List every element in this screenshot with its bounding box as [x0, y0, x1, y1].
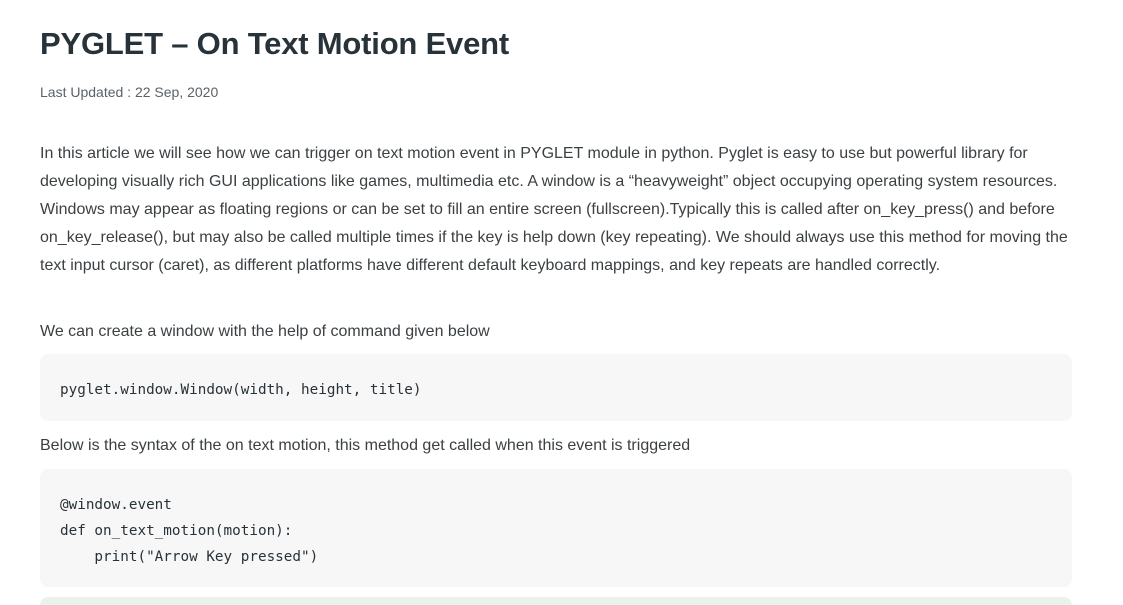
create-window-code-block: pyglet.window.Window(width, height, titl… — [40, 354, 1072, 421]
code-line: print("Arrow Key pressed") — [60, 549, 319, 565]
syntax-paragraph: Below is the syntax of the on text motio… — [40, 437, 691, 454]
article: PYGLET – On Text Motion Event Last Updat… — [40, 0, 1072, 605]
create-window-paragraph: We can create a window with the help of … — [40, 323, 490, 340]
syntax-code-block: @window.event def on_text_motion(motion)… — [40, 469, 1072, 587]
last-updated-date: Last Updated : 22 Sep, 2020 — [40, 84, 219, 100]
intro-paragraph: In this article we will see how we can t… — [40, 145, 1068, 274]
code-line: @window.event — [60, 497, 172, 513]
article-title: PYGLET – On Text Motion Event — [40, 26, 509, 61]
code-line: def on_text_motion(motion): — [60, 523, 293, 539]
code-line: pyglet.window.Window(width, height, titl… — [60, 382, 422, 398]
next-content-block — [40, 597, 1072, 605]
